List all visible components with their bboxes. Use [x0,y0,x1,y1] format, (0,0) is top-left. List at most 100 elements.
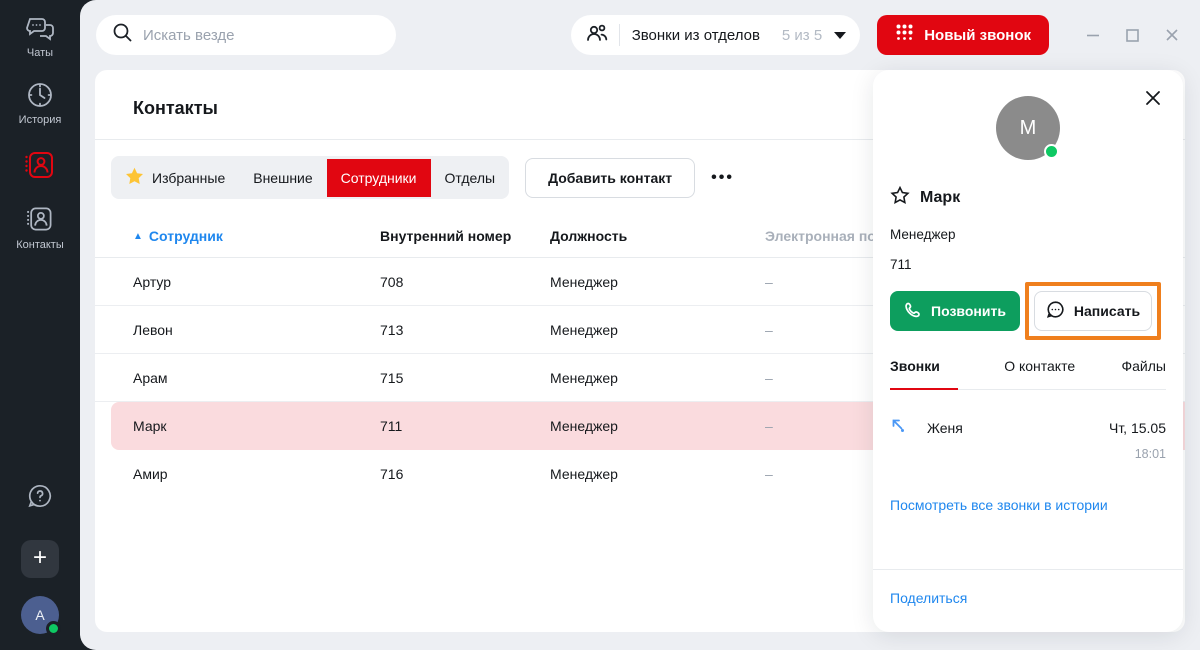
column-header-extension: Внутренний номер [380,228,550,244]
filter-tab-label: Сотрудники [341,170,417,186]
contact-avatar-letter: M [1020,117,1037,139]
cell-extension: 708 [380,274,550,290]
cell-name: Марк [133,418,380,434]
star-icon [125,167,144,188]
departments-icon [585,22,609,49]
global-search[interactable] [96,15,396,55]
maximize-button[interactable] [1125,28,1140,43]
phone-icon [904,301,922,322]
cell-extension: 715 [380,370,550,386]
window-controls [1085,27,1180,43]
call-filter-count: 5 из 5 [782,27,822,44]
sidebar-item-label: Контакты [16,239,64,251]
filter-tab-employees[interactable]: Сотрудники [327,159,431,197]
sidebar: Чаты История [0,0,80,650]
cell-position: Менеджер [550,322,765,338]
tab-files[interactable]: Файлы [1122,358,1166,389]
write-button[interactable]: Написать [1034,291,1152,331]
filter-tab-label: Избранные [152,170,225,186]
cell-name: Арам [133,370,380,386]
content-area: Контакты Избранные Внешние [80,70,1200,650]
app-window: Чаты История [0,0,1200,650]
filter-tab-label: Внешние [253,170,312,186]
contacts-filter-group: Избранные Внешние Сотрудники Отделы [111,156,509,199]
search-input[interactable] [143,27,380,44]
cell-position: Менеджер [550,466,765,482]
contact-card-active-icon [23,148,57,182]
user-avatar-letter: A [35,607,44,623]
topbar: Звонки из отделов 5 из 5 Новый звонок [80,0,1200,70]
call-log-name: Женя [927,420,963,436]
tab-calls[interactable]: Звонки [890,358,958,390]
cell-extension: 713 [380,322,550,338]
cell-position: Менеджер [550,274,765,290]
online-status-dot [46,621,61,636]
contacts-icon [25,204,55,234]
cell-extension: 716 [380,466,550,482]
cell-name: Левон [133,322,380,338]
contact-actions: Позвонить Написать [890,291,1166,331]
new-call-button[interactable]: Новый звонок [877,15,1049,55]
sort-asc-icon: ▲ [133,231,143,242]
close-panel-button[interactable] [1143,88,1163,112]
write-button-label: Написать [1074,303,1140,319]
cell-name: Артур [133,274,380,290]
contact-avatar: M [996,96,1060,160]
call-filter-dropdown[interactable]: Звонки из отделов 5 из 5 [571,15,861,55]
call-button[interactable]: Позвонить [890,291,1020,331]
share-section: Поделиться [873,569,1183,632]
favorite-star-icon[interactable] [890,186,910,210]
history-icon [26,81,54,109]
contact-detail-panel: M Марк Менеджер 711 [873,70,1183,632]
chat-bubble-icon [1046,300,1065,322]
share-link[interactable]: Поделиться [890,590,967,606]
filter-tab-departments[interactable]: Отделы [431,159,510,197]
call-log-time: 18:01 [890,447,1166,461]
dialpad-icon [895,23,914,48]
add-contact-button[interactable]: Добавить контакт [525,158,695,198]
filter-tab-external[interactable]: Внешние [239,159,326,197]
call-log-date: Чт, 15.05 [1109,420,1166,436]
cell-extension: 711 [380,418,550,434]
column-header-employee[interactable]: ▲ Сотрудник [133,228,380,244]
sidebar-item-label: Чаты [27,47,53,59]
call-filter-label: Звонки из отделов [632,27,760,44]
contact-name: Марк [920,189,960,207]
sidebar-item-chats[interactable]: Чаты [25,16,55,59]
help-icon [27,496,53,513]
user-avatar[interactable]: A [21,596,59,634]
contact-detail-tabs: Звонки О контакте Файлы [890,358,1166,390]
sidebar-item-label: История [19,114,62,126]
cell-position: Менеджер [550,370,765,386]
sidebar-item-contact-card-active[interactable] [23,148,57,182]
search-icon [112,22,133,48]
minimize-button[interactable] [1085,27,1101,43]
divider [619,24,620,46]
incoming-call-icon [890,417,907,439]
contact-position: Менеджер [890,227,1166,242]
column-header-position: Должность [550,228,765,244]
view-all-calls-link[interactable]: Посмотреть все звонки в истории [890,497,1166,513]
chats-icon [25,16,55,42]
annotation-highlight-box: Написать [1025,282,1161,340]
chevron-down-icon [834,32,846,39]
topbar-right-group: Звонки из отделов 5 из 5 Новый звонок [571,15,1180,55]
filter-tab-favorites[interactable]: Избранные [111,156,239,199]
more-options-button[interactable]: ••• [711,169,734,187]
contact-online-dot [1044,144,1059,159]
call-button-label: Позвонить [931,303,1006,319]
help-button[interactable] [27,483,53,514]
sidebar-item-history[interactable]: История [19,81,62,126]
filter-tab-label: Отделы [445,170,496,186]
call-log-entry[interactable]: Женя Чт, 15.05 [890,417,1166,439]
close-window-button[interactable] [1164,27,1180,43]
cell-name: Амир [133,466,380,482]
contact-name-row: Марк [890,186,1166,210]
new-call-label: Новый звонок [924,27,1031,44]
sidebar-item-contacts[interactable]: Контакты [16,204,64,251]
tab-about[interactable]: О контакте [1004,358,1075,389]
cell-position: Менеджер [550,418,765,434]
main-area: Звонки из отделов 5 из 5 Новый звонок [80,0,1200,650]
add-button[interactable]: + [21,540,59,578]
contact-extension: 711 [890,257,1166,272]
